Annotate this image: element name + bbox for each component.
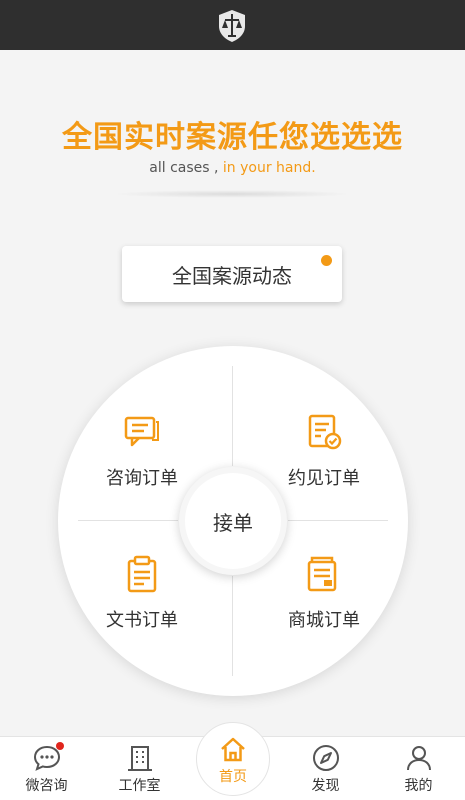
shield-scales-icon xyxy=(219,10,245,42)
case-dynamics-label: 全国案源动态 xyxy=(172,263,292,288)
unread-badge xyxy=(56,742,64,750)
store-orders-button[interactable]: 商城订单 xyxy=(264,554,384,632)
appointment-orders-label: 约见订单 xyxy=(288,468,360,489)
tab-studio[interactable]: 工作室 xyxy=(93,737,186,800)
new-indicator-dot xyxy=(321,255,332,266)
tab-studio-label: 工作室 xyxy=(118,778,161,794)
subtitle: all cases , in your hand. xyxy=(0,160,465,176)
tab-home-label: 首页 xyxy=(219,769,247,785)
tab-discover-label: 发现 xyxy=(311,778,340,794)
accept-order-button[interactable]: 接单 xyxy=(179,467,287,575)
compass-icon xyxy=(312,745,339,771)
building-icon xyxy=(127,746,152,771)
tab-mine[interactable]: 我的 xyxy=(372,737,465,800)
top-status-bar xyxy=(0,0,465,50)
subtitle-divider xyxy=(112,190,352,198)
tab-micro-consult-label: 微咨询 xyxy=(25,778,68,794)
tab-discover[interactable]: 发现 xyxy=(279,737,372,800)
headline: 全国实时案源任您选选选 xyxy=(0,112,465,156)
case-dynamics-button[interactable]: 全国案源动态 xyxy=(122,246,342,302)
tab-home[interactable]: 首页 xyxy=(196,730,270,794)
home-icon xyxy=(221,737,245,762)
subtitle-part-a: all cases , xyxy=(149,160,223,176)
document-orders-label: 文书订单 xyxy=(106,610,178,631)
consult-orders-label: 咨询订单 xyxy=(106,468,178,489)
user-icon xyxy=(406,746,431,771)
wheel-divider-bottom xyxy=(232,576,233,676)
wheel-divider-right xyxy=(288,520,388,521)
store-orders-label: 商城订单 xyxy=(288,610,360,631)
appointment-orders-button[interactable]: 约见订单 xyxy=(264,412,384,490)
headline-part-a: 全国实时案源 xyxy=(62,120,248,155)
appointment-doc-check-icon xyxy=(308,414,342,450)
document-orders-button[interactable]: 文书订单 xyxy=(82,554,202,632)
wheel-divider-top xyxy=(232,366,233,466)
subtitle-part-b: in your hand. xyxy=(222,160,316,176)
consult-orders-button[interactable]: 咨询订单 xyxy=(82,412,202,490)
clipboard-doc-icon xyxy=(127,555,157,593)
store-docs-icon xyxy=(307,556,337,592)
order-wheel: 咨询订单 约见订单 文书订单 商城订单 接单 xyxy=(58,346,408,696)
headline-part-b: 任您选选选 xyxy=(248,120,403,155)
tab-mine-label: 我的 xyxy=(404,778,433,794)
accept-order-label: 接单 xyxy=(213,510,253,535)
wheel-divider-left xyxy=(78,520,178,521)
consult-chat-icon xyxy=(124,416,159,447)
tab-micro-consult[interactable]: 微咨询 xyxy=(0,737,93,800)
